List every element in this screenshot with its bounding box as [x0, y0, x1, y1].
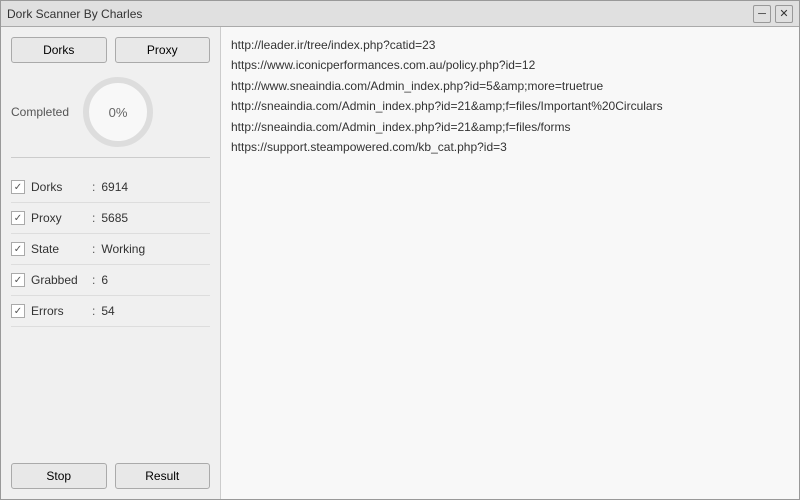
stat-row-dorks: Dorks:6914	[11, 172, 210, 203]
result-button[interactable]: Result	[115, 463, 211, 489]
stat-name-dorks: Dorks	[31, 180, 86, 194]
progress-circle: 0%	[83, 77, 153, 147]
title-bar-controls: ─ ✕	[753, 5, 793, 23]
stat-row-proxy: Proxy:5685	[11, 203, 210, 234]
progress-label: Completed	[11, 105, 69, 119]
progress-value: 0%	[109, 105, 128, 120]
stat-checkbox-proxy[interactable]	[11, 211, 25, 225]
url-item-4: http://sneaindia.com/Admin_index.php?id=…	[231, 117, 781, 137]
stat-colon-state: :	[92, 242, 95, 256]
url-item-2: http://www.sneaindia.com/Admin_index.php…	[231, 76, 781, 96]
stat-colon-dorks: :	[92, 180, 95, 194]
stat-value-state: Working	[101, 242, 145, 256]
stat-name-state: State	[31, 242, 86, 256]
stat-name-errors: Errors	[31, 304, 86, 318]
url-list: http://leader.ir/tree/index.php?catid=23…	[231, 35, 781, 157]
url-item-3: http://sneaindia.com/Admin_index.php?id=…	[231, 96, 781, 116]
stat-value-grabbed: 6	[101, 273, 108, 287]
stat-name-grabbed: Grabbed	[31, 273, 86, 287]
stat-row-state: State: Working	[11, 234, 210, 265]
stat-colon-errors: :	[92, 304, 95, 318]
bottom-button-row: Stop Result	[11, 463, 210, 489]
stat-checkbox-errors[interactable]	[11, 304, 25, 318]
stat-value-proxy: 5685	[101, 211, 128, 225]
window-title: Dork Scanner By Charles	[7, 7, 142, 21]
proxy-button[interactable]: Proxy	[115, 37, 211, 63]
stat-value-errors: 54	[101, 304, 114, 318]
stat-name-proxy: Proxy	[31, 211, 86, 225]
main-window: Dork Scanner By Charles ─ ✕ Dorks Proxy …	[0, 0, 800, 500]
stat-row-errors: Errors:54	[11, 296, 210, 327]
url-item-5: https://support.steampowered.com/kb_cat.…	[231, 137, 781, 157]
minimize-button[interactable]: ─	[753, 5, 771, 23]
stat-colon-grabbed: :	[92, 273, 95, 287]
main-content: Dorks Proxy Completed 0% Dorks:6914Proxy…	[1, 27, 799, 499]
title-bar: Dork Scanner By Charles ─ ✕	[1, 1, 799, 27]
url-item-0: http://leader.ir/tree/index.php?catid=23	[231, 35, 781, 55]
stats-list: Dorks:6914Proxy:5685State:WorkingGrabbed…	[11, 172, 210, 453]
left-panel: Dorks Proxy Completed 0% Dorks:6914Proxy…	[1, 27, 221, 499]
stat-value-dorks: 6914	[101, 180, 128, 194]
stat-checkbox-grabbed[interactable]	[11, 273, 25, 287]
stat-checkbox-dorks[interactable]	[11, 180, 25, 194]
right-panel: http://leader.ir/tree/index.php?catid=23…	[221, 27, 799, 499]
stop-button[interactable]: Stop	[11, 463, 107, 489]
progress-section: Completed 0%	[11, 77, 210, 158]
url-item-1: https://www.iconicperformances.com.au/po…	[231, 55, 781, 75]
top-button-row: Dorks Proxy	[11, 37, 210, 63]
close-button[interactable]: ✕	[775, 5, 793, 23]
stat-checkbox-state[interactable]	[11, 242, 25, 256]
dorks-button[interactable]: Dorks	[11, 37, 107, 63]
stat-colon-proxy: :	[92, 211, 95, 225]
stat-row-grabbed: Grabbed:6	[11, 265, 210, 296]
